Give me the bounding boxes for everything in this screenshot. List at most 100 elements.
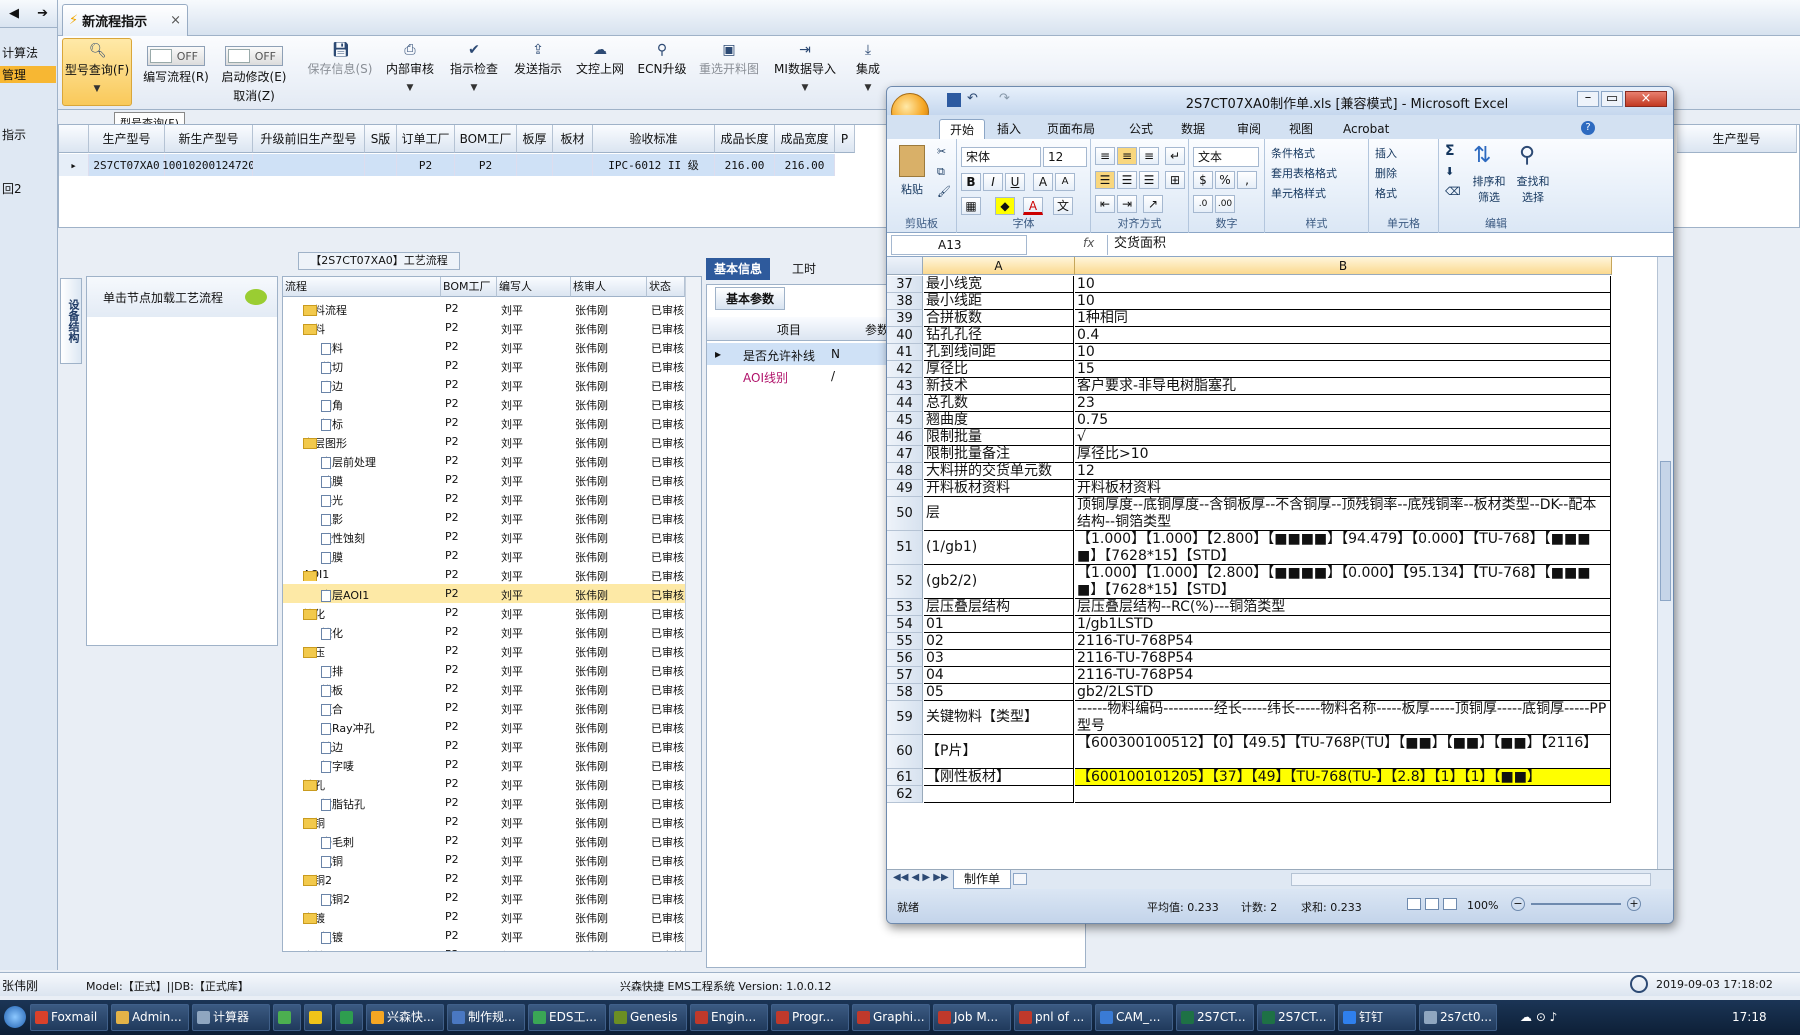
ecn-upgrade-button[interactable]: ⚲ ECN升级	[634, 38, 690, 106]
currency-icon[interactable]: $	[1193, 171, 1213, 189]
wrap-text-icon[interactable]: ↵	[1165, 147, 1185, 165]
taskbar-button[interactable]: pnl of ...	[1014, 1004, 1092, 1031]
row-header[interactable]: 54	[887, 616, 923, 633]
tree-row[interactable]: 圆角 P2 刘平 张伟刚 已审核	[283, 394, 685, 413]
tree-row[interactable]: 沉铜2 P2 刘平 张伟刚 已审核	[283, 888, 685, 907]
page-break-view-icon[interactable]	[1443, 898, 1457, 910]
row-header[interactable]: 49	[887, 480, 923, 497]
cell-b[interactable]: 10	[1075, 276, 1611, 293]
tab-formulas[interactable]: 公式	[1119, 119, 1163, 139]
tree-node[interactable]: 树脂钻孔	[321, 796, 441, 812]
cell-a[interactable]: (gb2/2)	[924, 565, 1074, 599]
row-header[interactable]: 50	[887, 497, 923, 531]
tree-row[interactable]: 电镀 P2 刘平 张伟刚 已审核	[283, 907, 685, 926]
edit-flow-toggle[interactable]: OFF 编写流程(R)	[138, 38, 214, 106]
tree-node[interactable]: 电镀	[303, 910, 441, 926]
grid-header[interactable]: S版	[365, 125, 397, 153]
tree-node[interactable]: 酸性蚀刻	[321, 530, 441, 546]
tree-node[interactable]: 显影	[321, 511, 441, 527]
help-icon[interactable]: ?	[1581, 121, 1595, 135]
cell-b[interactable]: 0.75	[1075, 412, 1611, 429]
tree-row[interactable]: 排板 P2 刘平 张伟刚 已审核	[283, 679, 685, 698]
select-all-corner[interactable]	[887, 257, 923, 275]
restore-icon[interactable]: ▭	[1601, 91, 1623, 107]
tree-row[interactable]: X-Ray冲孔 P2 刘平 张伟刚 已审核	[283, 717, 685, 736]
tab-data[interactable]: 数据	[1171, 119, 1215, 139]
reopen-button[interactable]: ▣ 重选开料图	[694, 38, 764, 106]
toggle-switch[interactable]: OFF	[225, 46, 283, 66]
clock[interactable]: 17:18	[1732, 1010, 1767, 1024]
tree-row[interactable]: 退膜 P2 刘平 张伟刚 已审核	[283, 546, 685, 565]
cell-a[interactable]: 层压叠层结构	[924, 599, 1074, 616]
formula-input[interactable]: 交货面积	[1107, 235, 1667, 255]
copy-icon[interactable]: ⧉	[937, 165, 945, 179]
phonetic-icon[interactable]: 文	[1053, 197, 1073, 215]
font-name-select[interactable]: 宋体	[961, 147, 1041, 167]
cell-b[interactable]: 15	[1075, 361, 1611, 378]
fx-icon[interactable]: fx	[1083, 236, 1094, 250]
tree-node[interactable]: 裁切	[321, 359, 441, 375]
cell-a[interactable]: 【P片】	[924, 735, 1074, 769]
new-sheet-icon[interactable]	[1013, 873, 1027, 885]
zoom-out-icon[interactable]: −	[1511, 897, 1525, 911]
taskbar-button[interactable]: Admin...	[111, 1004, 189, 1031]
tree-row[interactable]: 去毛刺 P2 刘平 张伟刚 已审核	[283, 831, 685, 850]
format-painter-icon[interactable]: 🖌︎	[937, 185, 951, 198]
taskbar-button[interactable]: 2S7CT...	[1176, 1004, 1254, 1031]
sheet-tab[interactable]: 制作单	[953, 870, 1012, 889]
taskbar-button[interactable]: Foxmail	[30, 1004, 108, 1031]
comma-icon[interactable]: ,	[1237, 171, 1257, 189]
taskbar-button[interactable]: Job M...	[933, 1004, 1011, 1031]
cell-b[interactable]: 2116-TU-768P54	[1075, 667, 1611, 684]
taskbar-button[interactable]	[304, 1004, 332, 1031]
zoom-slider[interactable]	[1531, 903, 1621, 905]
conditional-format-button[interactable]: 条件格式	[1271, 145, 1315, 161]
cell-a[interactable]: 【刚性板材】	[924, 769, 1074, 786]
italic-icon[interactable]: I	[983, 173, 1003, 191]
cell-a[interactable]: 孔到线间距	[924, 344, 1074, 361]
horizontal-scrollbar[interactable]	[1291, 873, 1651, 886]
sort-filter-icon[interactable]: ⇅	[1473, 143, 1491, 168]
tree-row[interactable]: 曝光 P2 刘平 张伟刚 已审核	[283, 489, 685, 508]
grid-header[interactable]: P	[835, 125, 855, 153]
decrease-indent-icon[interactable]: ⇤	[1095, 195, 1115, 213]
cell-a[interactable]: 最小线宽	[924, 276, 1074, 293]
tree-node[interactable]: 开料	[303, 321, 441, 337]
sub-tab-basic-params[interactable]: 基本参数	[715, 287, 786, 310]
tree-node[interactable]: 打标	[321, 416, 441, 432]
tree-row[interactable]: 电镀2 P2 刘平 张伟刚 已审核	[283, 945, 685, 951]
tab-acrobat[interactable]: Acrobat	[1333, 119, 1399, 139]
mi-import-button[interactable]: ⇥ MI数据导入 ▼	[772, 38, 838, 106]
tree-row[interactable]: 钻孔 P2 刘平 张伟刚 已审核	[283, 774, 685, 793]
tree-node[interactable]: 压合	[321, 701, 441, 717]
cell-a[interactable]: 厚径比	[924, 361, 1074, 378]
paste-icon[interactable]	[899, 145, 925, 177]
side-vertical-tab[interactable]: 设备结构	[60, 278, 82, 364]
cell-b[interactable]: 2116-TU-768P54	[1075, 650, 1611, 667]
tree-node[interactable]: 排板	[321, 682, 441, 698]
tab-home[interactable]: 开始	[939, 119, 986, 139]
row-header[interactable]: 52	[887, 565, 923, 599]
tree-node[interactable]: 贴膜	[321, 473, 441, 489]
cell-b[interactable]: 12	[1075, 463, 1611, 480]
close-icon[interactable]: ×	[1625, 91, 1667, 107]
tree-node[interactable]: 去毛刺	[321, 834, 441, 850]
tree-row[interactable]: 内层前处理 P2 刘平 张伟刚 已审核	[283, 451, 685, 470]
param-value[interactable]: /	[831, 369, 835, 383]
cell-a[interactable]: 翘曲度	[924, 412, 1074, 429]
tree-row[interactable]: 层压 P2 刘平 张伟刚 已审核	[283, 641, 685, 660]
cell-a[interactable]: 层	[924, 497, 1074, 531]
sort-filter-button[interactable]: 排序和筛选	[1469, 173, 1509, 205]
scroll-thumb[interactable]	[1660, 461, 1671, 601]
cell-b[interactable]: 10	[1075, 344, 1611, 361]
undo-icon[interactable]: ↶	[967, 91, 978, 106]
tree-node[interactable]: 板镀	[321, 929, 441, 945]
forward-icon[interactable]: ➔	[37, 6, 48, 21]
minimize-icon[interactable]: –	[1577, 91, 1599, 107]
tree-row[interactable]: 磨边 P2 刘平 张伟刚 已审核	[283, 375, 685, 394]
cell-b[interactable]: 0.4	[1075, 327, 1611, 344]
cell-b[interactable]: 客户要求-非导电树脂塞孔	[1075, 378, 1611, 395]
shrink-font-icon[interactable]: A	[1055, 173, 1075, 191]
grid-header[interactable]: 板厚	[517, 125, 553, 153]
taskbar-button[interactable]: 兴森快...	[366, 1004, 444, 1031]
